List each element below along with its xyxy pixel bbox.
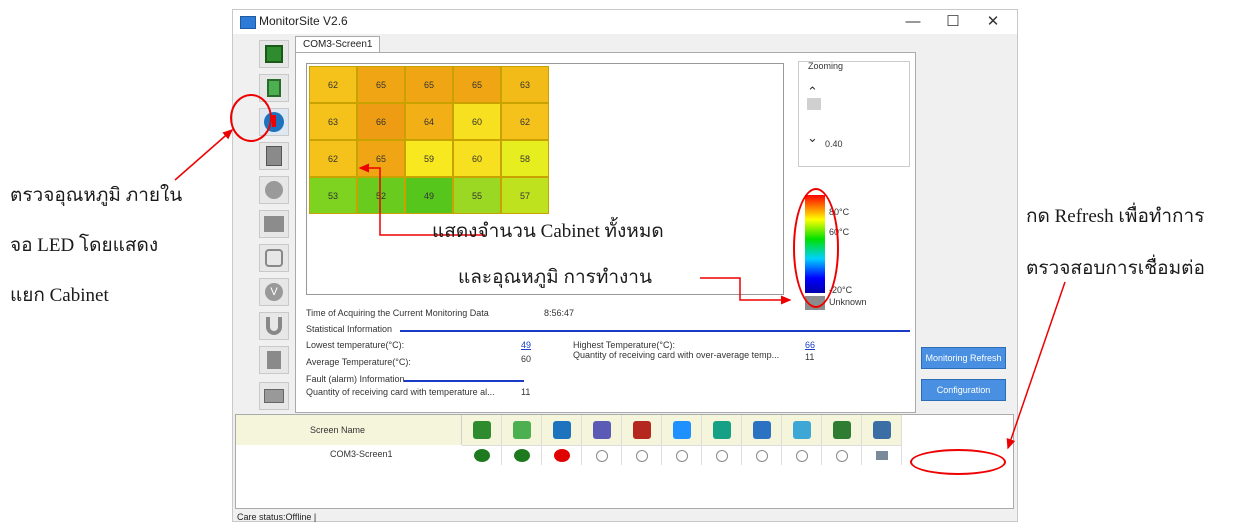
center-annotation-line2: และอุณหภูมิ การทำงาน (458, 267, 652, 288)
arrow-center-to-legend (700, 277, 792, 305)
center-annotation-line1: แสดงจำนวน Cabinet ทั้งหมด (432, 221, 664, 242)
annotation-arrows (174, 129, 1066, 450)
arrow-left (174, 129, 234, 181)
arrow-right (1006, 281, 1066, 450)
